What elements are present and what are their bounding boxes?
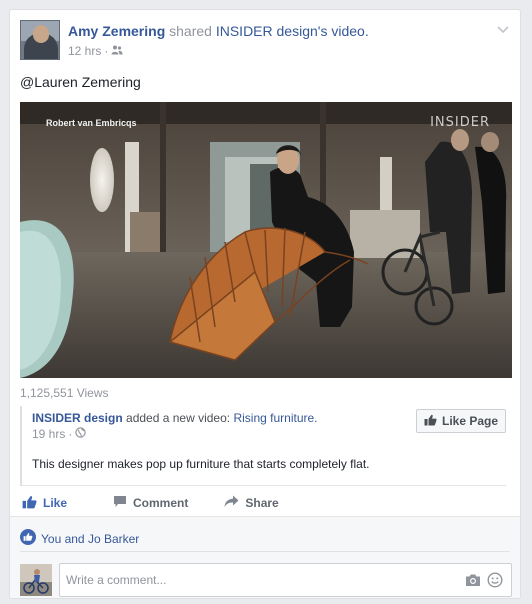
story-headline: Amy Zemering shared INSIDER design's vid… [68, 22, 369, 40]
like-page-button[interactable]: Like Page [416, 409, 506, 433]
action-bar: Like Comment Share [20, 488, 510, 518]
video-frame [20, 102, 512, 378]
share-arrow-icon [224, 495, 239, 511]
current-user-avatar[interactable] [20, 564, 52, 596]
shared-post-meta: 19 hrs · [32, 427, 87, 441]
shared-action-text: added a new video: [126, 411, 231, 425]
author-name[interactable]: Amy Zemering [68, 23, 165, 39]
comment-label: Comment [133, 496, 189, 510]
shared-video-title[interactable]: Rising furniture. [233, 411, 317, 425]
story-footer: You and Jo Barker [10, 516, 520, 598]
comment-input[interactable] [66, 573, 426, 587]
shared-timestamp[interactable]: 19 hrs [32, 427, 65, 441]
like-button[interactable]: Like [22, 495, 67, 512]
share-label: Share [245, 496, 279, 510]
feed-story: Amy Zemering shared INSIDER design's vid… [9, 9, 521, 599]
video-player[interactable]: Robert van Embricqs INSIDER [20, 102, 512, 378]
story-header: Amy Zemering shared INSIDER design's vid… [20, 20, 510, 64]
author-avatar[interactable] [20, 20, 60, 60]
comment-button[interactable]: Comment [113, 495, 188, 511]
like-reaction-icon [20, 529, 36, 548]
shared-post-attachment: INSIDER design added a new video: Rising… [20, 406, 506, 486]
shared-text: shared [169, 23, 212, 39]
share-button[interactable]: Share [224, 495, 279, 511]
like-label: Like [43, 496, 68, 510]
shared-post-headline: INSIDER design added a new video: Rising… [32, 410, 318, 426]
like-page-label: Like Page [441, 414, 499, 428]
page-possessive: 's [317, 23, 328, 39]
video-watermark: INSIDER [430, 115, 490, 130]
camera-icon[interactable] [465, 573, 481, 590]
timestamp[interactable]: 12 hrs [68, 43, 101, 59]
friends-icon[interactable] [111, 43, 123, 59]
emoji-icon[interactable] [487, 572, 503, 591]
reactions-summary[interactable]: You and Jo Barker [20, 529, 139, 548]
meta-separator: · [68, 427, 73, 441]
footer-divider [20, 551, 510, 552]
meta-separator: · [104, 44, 109, 58]
comment-composer[interactable] [59, 563, 512, 597]
video-credit: Robert van Embricqs [46, 118, 137, 128]
speech-bubble-icon [113, 495, 127, 511]
thumbs-up-icon [424, 414, 437, 429]
shared-post-description: This designer makes pop up furniture tha… [32, 457, 370, 471]
view-count: 1,125,551 Views [20, 386, 109, 400]
post-message: @Lauren Zemering [20, 74, 141, 90]
page-name-link[interactable]: INSIDER design [216, 23, 318, 39]
thumbs-up-icon [22, 495, 37, 512]
chevron-down-icon[interactable] [496, 22, 510, 36]
shared-page-link[interactable]: INSIDER design [32, 411, 123, 425]
story-meta: 12 hrs · [68, 43, 123, 59]
video-link[interactable]: video. [331, 23, 368, 39]
globe-icon[interactable] [75, 427, 87, 441]
reactions-text: You and Jo Barker [41, 531, 140, 546]
